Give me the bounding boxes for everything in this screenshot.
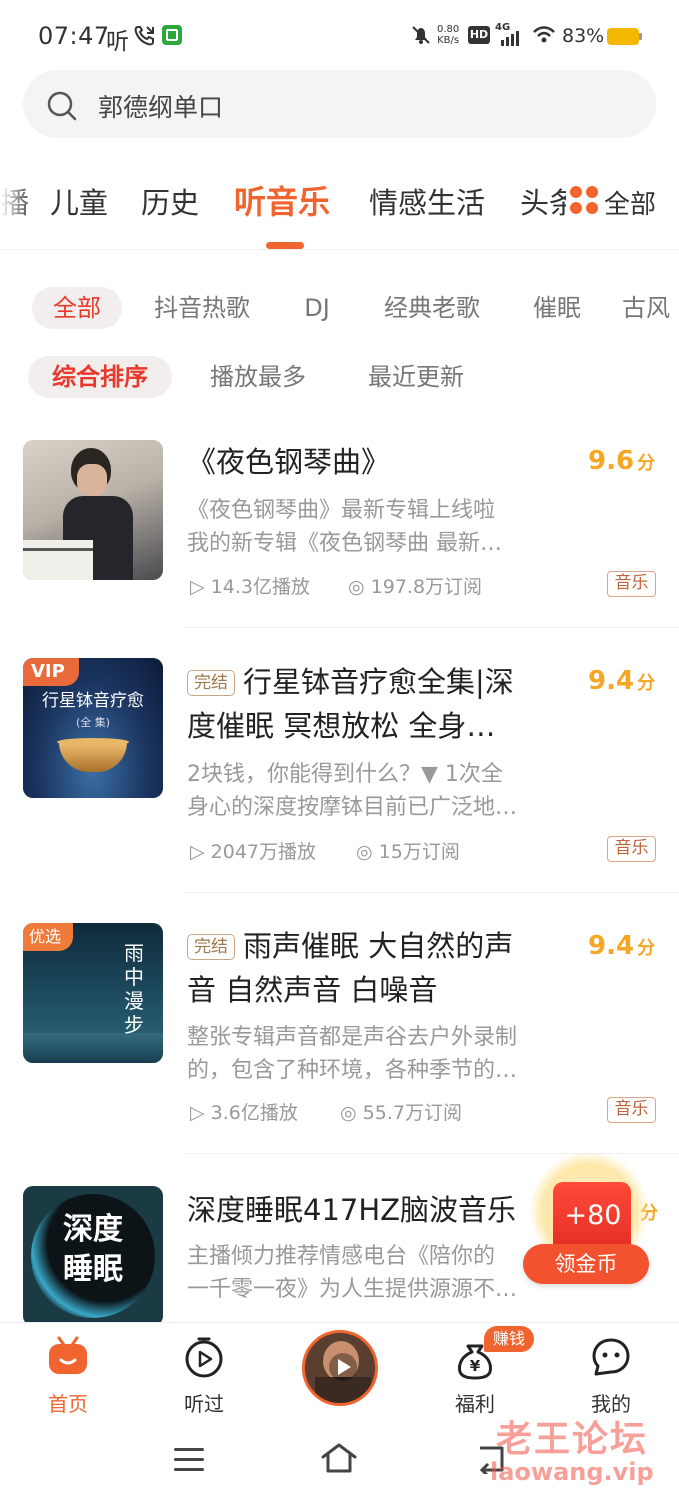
home-tv-icon [49, 1336, 87, 1374]
play-count: ▷ 3.6亿播放 [190, 1102, 298, 1124]
completed-tag: 完结 [187, 934, 235, 960]
battery-icon [607, 28, 639, 45]
play-icon: ▷ [190, 1102, 205, 1124]
nav-label: 首页 [48, 1392, 88, 1416]
play-count: ▷ 2047万播放 [190, 841, 317, 863]
filter-classic-oldies[interactable]: 经典老歌 [372, 287, 492, 329]
signal-icon: 4G [495, 22, 525, 48]
channel-tab-children[interactable]: 儿童 [50, 180, 108, 222]
wifi-icon [533, 26, 555, 43]
filter-douyin-hits[interactable]: 抖音热歌 [142, 287, 262, 329]
earn-money-badge: 赚钱 [484, 1326, 534, 1352]
check-circle-icon: ◎ [348, 576, 365, 598]
nav-label: 听过 [184, 1392, 224, 1416]
album-cover[interactable]: 优选 雨中漫步 [23, 923, 163, 1063]
subscribe-count: ◎ 197.8万订阅 [348, 576, 483, 598]
album-cover[interactable]: VIP 行星钵音疗愈 (全 集) [23, 658, 163, 798]
album-title[interactable]: 《夜色钢琴曲》 [187, 440, 557, 484]
album-score: 9.4 分 [588, 931, 656, 961]
filter-hypnosis[interactable]: 催眠 [522, 287, 592, 329]
search-icon [47, 91, 77, 121]
status-bar: 07:47 听 0.80 KB/s HD 4G 83% [0, 0, 679, 70]
channel-active-indicator [266, 242, 304, 249]
status-carrier-glyph: 听 [106, 29, 129, 55]
bell-muted-icon [412, 26, 430, 44]
svg-text:¥: ¥ [470, 1357, 481, 1375]
channel-tab-emotion[interactable]: 情感生活 [369, 180, 485, 222]
net-speed: 0.80 KB/s [437, 24, 460, 46]
featured-badge: 优选 [23, 923, 73, 951]
album-description: 2块钱，你能得到什么？▼ 1次全 身心的深度按摩钵目前已广泛地… [187, 762, 518, 820]
home-icon[interactable] [320, 1442, 358, 1474]
check-circle-icon: ◎ [356, 841, 373, 863]
menu-icon[interactable] [174, 1448, 204, 1472]
category-tag: 音乐 [607, 836, 656, 862]
category-tag: 音乐 [607, 571, 656, 597]
channel-tab-history[interactable]: 历史 [141, 180, 199, 222]
album-description: 《夜色钢琴曲》最新专辑上线啦 我的新专辑《夜色钢琴曲 最新… [187, 498, 502, 556]
reward-amount: +80 [564, 1200, 622, 1231]
watermark-title: 老王论坛 [496, 1419, 649, 1460]
face-bubble-icon [592, 1338, 630, 1376]
nav-history[interactable]: 听过 [164, 1334, 244, 1424]
check-circle-icon: ◎ [340, 1102, 357, 1124]
sort-recently-updated[interactable]: 最近更新 [356, 356, 476, 398]
album-cover[interactable]: 深度 睡眠 [23, 1186, 163, 1326]
filter-dj[interactable]: DJ [292, 287, 342, 329]
battery-percent: 83% [562, 25, 605, 47]
channel-tab-music[interactable]: 听音乐 [234, 177, 330, 223]
completed-tag: 完结 [187, 670, 235, 696]
status-time: 07:47 [38, 22, 110, 50]
play-count: ▷ 14.3亿播放 [190, 576, 310, 598]
hd-badge: HD [468, 26, 490, 44]
play-icon [338, 1359, 351, 1375]
album-score: 9.4 分 [588, 666, 656, 696]
vip-badge: VIP [23, 658, 79, 686]
channel-fade-left [0, 170, 28, 230]
album-cover[interactable] [23, 440, 163, 580]
album-description: 主播倾力推荐情感电台《陪你的 一千零一夜》为人生提供源源不… [187, 1244, 518, 1302]
cover-vertical-text: 雨中漫步 [124, 941, 144, 1037]
all-channels-label: 全部 [604, 190, 657, 220]
filter-ancient-style[interactable]: 古风 [622, 287, 679, 329]
album-description: 整张专辑声音都是声谷去户外录制 的，包含了种环境，各种季节的… [187, 1025, 518, 1083]
album-title[interactable]: 完结 雨声催眠 大自然的声 音 自然声音 白噪音 [187, 924, 557, 1012]
phone-missed-icon [134, 26, 154, 46]
nav-home[interactable]: 首页 [28, 1334, 108, 1424]
header-divider [0, 249, 679, 250]
album-title[interactable]: 深度睡眠417HZ脑波音乐 [187, 1188, 547, 1232]
album-score: 9.6 分 [588, 446, 656, 476]
subscribe-count: ◎ 15万订阅 [356, 841, 460, 863]
watermark-url: laowang.vip [490, 1458, 654, 1486]
list-separator [185, 892, 679, 893]
list-separator [185, 627, 679, 628]
battery-tip [639, 33, 642, 40]
grid-dots-icon [570, 186, 598, 214]
app-notification-icon [162, 25, 182, 45]
filter-all[interactable]: 全部 [32, 287, 122, 329]
cover-text: 深度 睡眠 [63, 1212, 123, 1287]
now-playing-button[interactable] [302, 1330, 378, 1406]
sort-comprehensive[interactable]: 综合排序 [28, 356, 172, 398]
sort-most-played[interactable]: 播放最多 [198, 356, 318, 398]
album-title[interactable]: 完结 行星钵音疗愈全集|深 度催眠 冥想放松 全身… [187, 660, 557, 748]
reward-label: 领金币 [523, 1244, 649, 1284]
category-tag: 音乐 [607, 1097, 656, 1123]
subscribe-count: ◎ 55.7万订阅 [340, 1102, 462, 1124]
play-clock-icon [185, 1337, 223, 1378]
search-placeholder: 郭德纲单口 [98, 93, 224, 122]
gold-coin-reward-button[interactable]: +80 领金币 [523, 1152, 655, 1292]
play-icon: ▷ [190, 576, 205, 598]
play-icon: ▷ [190, 841, 205, 863]
all-channels-button[interactable]: 全部 [566, 180, 676, 224]
